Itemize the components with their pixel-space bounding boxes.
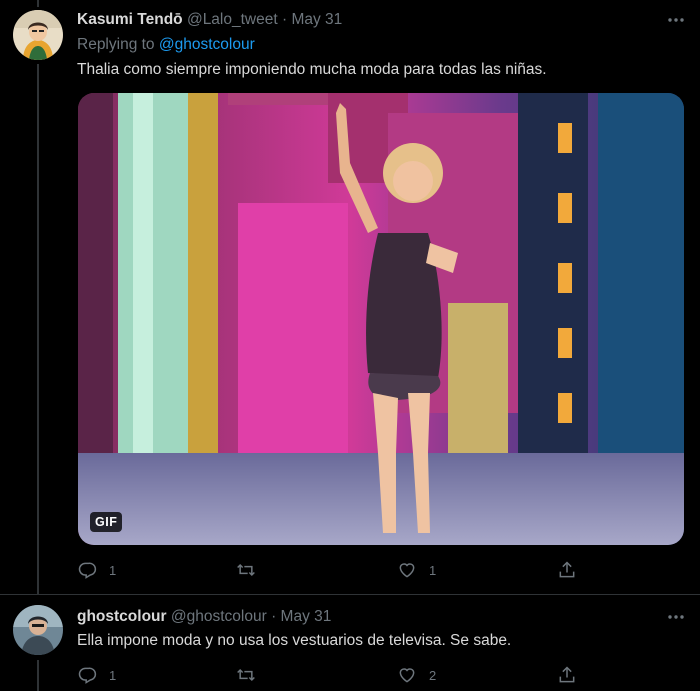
user-handle[interactable]: @Lalo_tweet — [187, 11, 278, 28]
tweet-date[interactable]: May 31 — [291, 11, 342, 28]
share-button[interactable] — [557, 664, 577, 686]
share-icon — [559, 561, 575, 578]
more-options-icon[interactable] — [666, 607, 686, 633]
reply-icon — [78, 562, 97, 579]
reply-count: 1 — [109, 562, 117, 578]
more-options-icon[interactable] — [666, 10, 686, 36]
share-button[interactable] — [557, 559, 577, 581]
reply-button[interactable]: 1 — [77, 664, 116, 686]
tweet-header: ghostcolour @ghostcolour · May 31 — [77, 607, 331, 627]
like-button[interactable]: 1 — [397, 559, 436, 581]
like-count: 2 — [429, 667, 437, 683]
avatar[interactable] — [13, 10, 63, 60]
separator-dot: · — [281, 11, 288, 28]
tweet-text: Thalia como siempre imponiendo mucha mod… — [77, 61, 547, 78]
mention-link[interactable]: @ghostcolour — [159, 36, 255, 53]
like-button[interactable]: 2 — [397, 664, 436, 686]
display-name[interactable]: ghostcolour — [77, 608, 167, 625]
tweet[interactable]: ghostcolour @ghostcolour · May 31 Ella i… — [0, 595, 700, 691]
tweet-date[interactable]: May 31 — [281, 608, 332, 625]
heart-icon — [399, 668, 415, 683]
reply-count: 1 — [109, 667, 117, 683]
user-handle[interactable]: @ghostcolour — [171, 608, 267, 625]
avatar[interactable] — [13, 605, 63, 655]
retweet-icon — [237, 668, 255, 682]
display-name[interactable]: Kasumi Tendō — [77, 11, 183, 28]
replying-to: Replying to @ghostcolour — [77, 35, 255, 55]
retweet-button[interactable] — [235, 559, 269, 581]
tweet-actions: 1 2 — [77, 664, 577, 686]
retweet-icon — [237, 563, 255, 577]
tweet-text: Ella impone moda y no usa los vestuarios… — [77, 632, 512, 649]
reply-icon — [78, 667, 97, 684]
tweet-actions: 1 1 — [77, 559, 577, 581]
gif-badge: GIF — [90, 512, 123, 532]
like-count: 1 — [429, 562, 437, 578]
gif-image — [78, 93, 684, 545]
heart-icon — [399, 563, 415, 578]
replying-to-label: Replying to — [77, 36, 159, 53]
reply-button[interactable]: 1 — [77, 559, 116, 581]
gif-media[interactable]: GIF — [78, 93, 684, 545]
retweet-button[interactable] — [235, 664, 269, 686]
separator-dot: · — [271, 608, 277, 625]
tweet-header: Kasumi Tendō @Lalo_tweet · May 31 — [77, 10, 342, 30]
tweet[interactable]: Kasumi Tendō @Lalo_tweet · May 31 Replyi… — [0, 0, 700, 594]
share-icon — [559, 666, 575, 683]
